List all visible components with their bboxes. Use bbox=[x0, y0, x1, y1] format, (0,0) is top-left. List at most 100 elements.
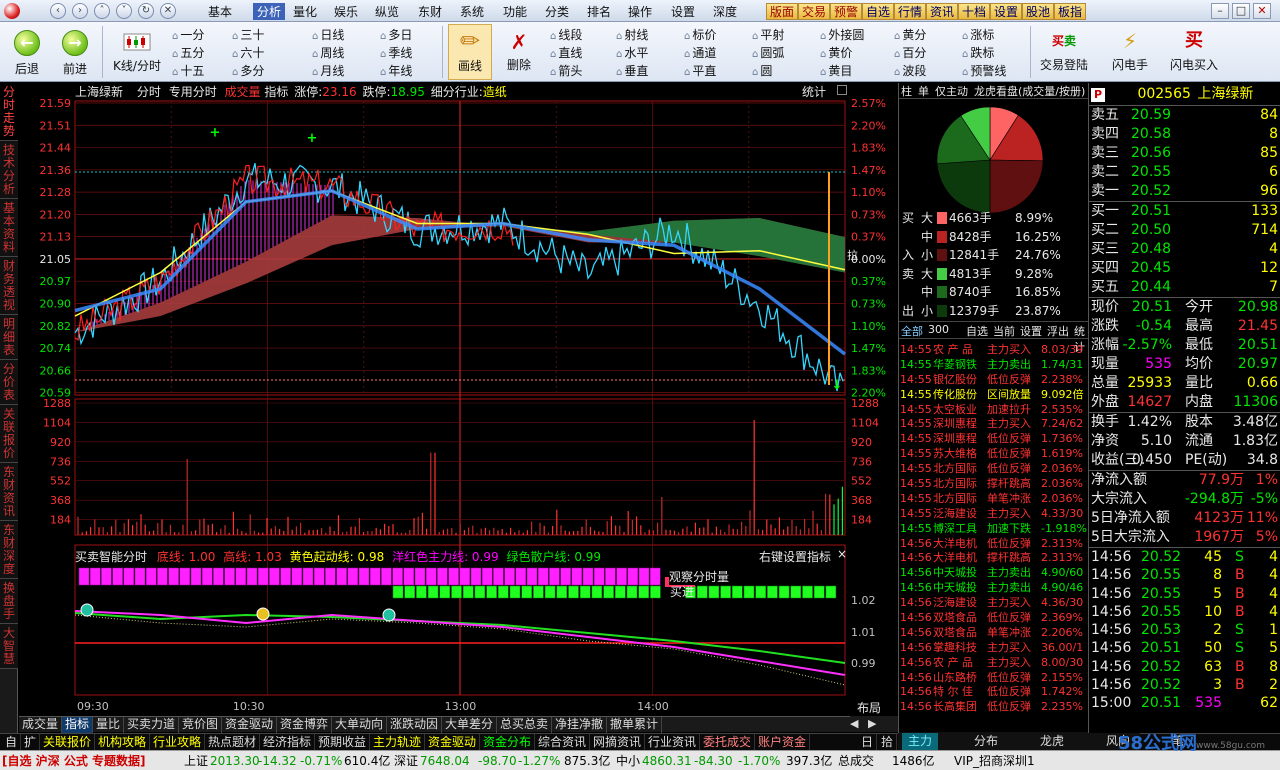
minimize-button[interactable]: – bbox=[1211, 3, 1229, 19]
bottom-tab-6[interactable]: 资金博弈 bbox=[277, 717, 333, 733]
flow-tab-1[interactable]: 单 bbox=[918, 83, 929, 99]
period-item-2[interactable]: ⌂ 多分 bbox=[232, 62, 264, 80]
draw-tool-1[interactable]: ⌂ 直线 bbox=[550, 44, 582, 62]
trade-row[interactable]: 14:55 农 产 品 主力买入 8.03/39 bbox=[899, 343, 1089, 358]
period-item-1[interactable]: ⌂ 周线 bbox=[312, 44, 344, 62]
menu-item-0[interactable]: 基本 bbox=[208, 3, 232, 20]
trade-row[interactable]: 14:56 中天城投 主力卖出 4.90/46 bbox=[899, 581, 1089, 596]
trade-row[interactable]: 14:56 双塔食品 单笔冲涨 2.206% bbox=[899, 626, 1089, 641]
menu-item-2[interactable]: 量化 bbox=[293, 3, 317, 20]
trade-row[interactable]: 14:56 山东路桥 低位反弹 2.155% bbox=[899, 671, 1089, 686]
draw-tool-0[interactable]: ⌂ 黄分 bbox=[894, 26, 926, 44]
trade-row[interactable]: 14:55 苏大维格 低位反弹 1.619% bbox=[899, 447, 1089, 462]
draw-tool-1[interactable]: ⌂ 跌标 bbox=[962, 44, 1006, 62]
func-tab-8[interactable]: 主力轨迹 bbox=[370, 734, 426, 751]
menu-item-9[interactable]: 排名 bbox=[587, 3, 611, 20]
menu-item-10[interactable]: 操作 bbox=[628, 3, 652, 20]
left-tab-7[interactable]: 东财资讯 bbox=[0, 463, 18, 521]
quick-button-6[interactable]: 十档 bbox=[958, 3, 991, 20]
func-tab-14[interactable]: 委托成交 bbox=[700, 734, 756, 751]
quick-button-3[interactable]: 自选 bbox=[862, 3, 895, 20]
bottom-tab-4[interactable]: 竞价图 bbox=[179, 717, 223, 733]
quote-price[interactable]: 20.51 bbox=[1131, 202, 1171, 221]
panel-tab-0[interactable]: 主力 bbox=[902, 733, 939, 750]
draw-tool-2[interactable]: ⌂ 预警线 bbox=[962, 62, 1006, 80]
menu-item-4[interactable]: 纵览 bbox=[375, 3, 399, 20]
trade-row[interactable]: 14:56 泛海建设 主力买入 4.36/30 bbox=[899, 596, 1089, 611]
draw-tool-0[interactable]: ⌂ 涨标 bbox=[962, 26, 1006, 44]
left-tab-6[interactable]: 关联报价 bbox=[0, 405, 18, 463]
trade-login-button[interactable]: 买卖 交易登陆 bbox=[1036, 26, 1092, 73]
vip-server-label[interactable]: VIP_招商深圳1 bbox=[954, 753, 1035, 769]
period-item-0[interactable]: ⌂ 一分 bbox=[172, 26, 204, 44]
quote-price[interactable]: 20.55 bbox=[1131, 163, 1171, 182]
trade-row[interactable]: 14:55 太空板业 加速拉升 2.535% bbox=[899, 403, 1089, 418]
close-button[interactable]: ✕ bbox=[1253, 3, 1271, 19]
draw-tool-2[interactable]: ⌂ 黄目 bbox=[820, 62, 864, 80]
menu-item-1[interactable]: 分析 bbox=[253, 3, 286, 20]
trade-filter-tab-4[interactable]: 设置 bbox=[1020, 323, 1042, 339]
menu-item-12[interactable]: 深度 bbox=[713, 3, 737, 20]
trade-row[interactable]: 14:55 博深工具 加速下跌 -1.918% bbox=[899, 522, 1089, 537]
trade-filter-tab-1[interactable]: 300 bbox=[928, 323, 949, 336]
left-tab-0[interactable]: 分时走势 bbox=[0, 83, 18, 141]
quote-price[interactable]: 20.50 bbox=[1131, 221, 1171, 240]
quick-button-0[interactable]: 版面 bbox=[766, 3, 799, 20]
period-item-0[interactable]: ⌂ 多日 bbox=[380, 26, 412, 44]
period-item-2[interactable]: ⌂ 年线 bbox=[380, 62, 412, 80]
forward-button[interactable]: → 前进 bbox=[56, 30, 94, 77]
flow-tab-3[interactable]: 龙虎看盘(成交量/按册) bbox=[974, 83, 1085, 99]
menu-item-8[interactable]: 分类 bbox=[545, 3, 569, 20]
quote-price[interactable]: 20.52 bbox=[1131, 182, 1171, 201]
func-tab-11[interactable]: 综合资讯 bbox=[535, 734, 591, 751]
indicator-settings-link[interactable]: 右键设置指标 bbox=[759, 548, 831, 565]
trade-row[interactable]: 14:55 传化股份 区间放量 9.092倍 bbox=[899, 388, 1089, 403]
menu-item-11[interactable]: 设置 bbox=[671, 3, 695, 20]
trade-row[interactable]: 14:55 北方国际 单笔冲涨 2.036% bbox=[899, 492, 1089, 507]
period-item-0[interactable]: ⌂ 日线 bbox=[312, 26, 344, 44]
flash-hand-button[interactable]: ⚡ 闪电手 bbox=[1102, 26, 1158, 73]
left-tab-8[interactable]: 东财深度 bbox=[0, 521, 18, 579]
back-button[interactable]: ← 后退 bbox=[8, 30, 46, 77]
quick-button-7[interactable]: 设置 bbox=[990, 3, 1023, 20]
bottom-tab-9[interactable]: 大单差分 bbox=[442, 717, 498, 733]
func-tab-2[interactable]: 关联报价 bbox=[40, 734, 96, 751]
nav-forward-icon[interactable]: › bbox=[72, 3, 88, 19]
bottom-tab-12[interactable]: 撤单累计 bbox=[607, 717, 663, 733]
left-tab-3[interactable]: 财务透视 bbox=[0, 257, 18, 315]
func-tab-4[interactable]: 行业攻略 bbox=[150, 734, 206, 751]
period-item-2[interactable]: ⌂ 十五 bbox=[172, 62, 204, 80]
bottom-tab-1[interactable]: 指标 bbox=[62, 717, 94, 733]
scroll-left-icon[interactable]: ◀ bbox=[850, 717, 858, 730]
draw-tool-0[interactable]: ⌂ 外接圆 bbox=[820, 26, 864, 44]
menu-item-5[interactable]: 东财 bbox=[418, 3, 442, 20]
quick-button-4[interactable]: 行情 bbox=[894, 3, 927, 20]
trade-row[interactable]: 14:55 北方国际 低位反弹 2.036% bbox=[899, 462, 1089, 477]
trade-filter-tab-0[interactable]: 全部 bbox=[901, 323, 923, 339]
period-item-0[interactable]: ⌂ 三十 bbox=[232, 26, 264, 44]
bottom-tab-10[interactable]: 总买总卖 bbox=[497, 717, 553, 733]
tab-scroll-arrows[interactable]: ◀ ▶ bbox=[850, 716, 898, 732]
menu-item-6[interactable]: 系统 bbox=[460, 3, 484, 20]
func-tab-6[interactable]: 经济指标 bbox=[260, 734, 316, 751]
status-prefix[interactable]: [自选 沪深 公式 专题数据] bbox=[2, 753, 146, 769]
func-tab-12[interactable]: 网摘资讯 bbox=[590, 734, 646, 751]
flow-tab-0[interactable]: 柱 bbox=[901, 83, 912, 99]
left-tab-1[interactable]: 技术分析 bbox=[0, 141, 18, 199]
indicator-name[interactable]: 买卖智能分时 bbox=[75, 550, 147, 564]
trade-row[interactable]: 14:55 泛海建设 主力买入 4.33/30 bbox=[899, 507, 1089, 522]
left-tab-10[interactable]: 大智慧 bbox=[0, 624, 18, 669]
draw-line-button[interactable]: ✏ 画线 bbox=[448, 24, 492, 80]
trade-row[interactable]: 14:56 双塔食品 低位反弹 2.369% bbox=[899, 611, 1089, 626]
nav-back-icon[interactable]: ‹ bbox=[50, 3, 66, 19]
quote-price[interactable]: 20.48 bbox=[1131, 240, 1171, 259]
delete-button[interactable]: ✗ 删除 bbox=[498, 28, 540, 73]
panel-tab-2[interactable]: 龙虎 bbox=[1034, 733, 1070, 750]
quote-price[interactable]: 20.45 bbox=[1131, 259, 1171, 278]
indicator-close-icon[interactable]: × bbox=[837, 547, 847, 561]
func-tab-13[interactable]: 行业资讯 bbox=[645, 734, 701, 751]
trade-row[interactable]: 14:56 掌趣科技 主力买入 36.00/1 bbox=[899, 641, 1089, 656]
bottom-tab-5[interactable]: 资金驱动 bbox=[222, 717, 278, 733]
period-item-1[interactable]: ⌂ 季线 bbox=[380, 44, 412, 62]
draw-tool-1[interactable]: ⌂ 圆弧 bbox=[752, 44, 784, 62]
